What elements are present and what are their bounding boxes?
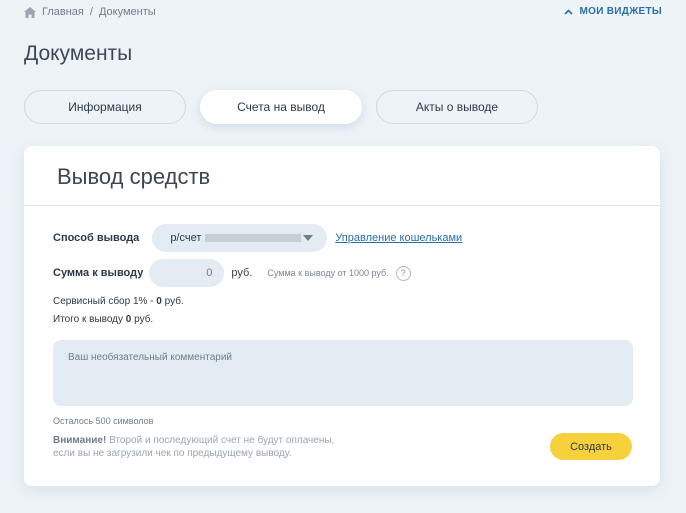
warning-label: Внимание! bbox=[53, 435, 107, 446]
fee-suffix: руб. bbox=[161, 296, 184, 307]
chevron-down-icon bbox=[303, 235, 314, 241]
method-selected-value: р/счет bbox=[170, 232, 202, 244]
total-prefix: Итого к выводу bbox=[53, 314, 126, 325]
amount-row: Сумма к выводу руб. Сумма к выводу от 10… bbox=[53, 259, 411, 287]
warning-note: Внимание! Второй и последующий счет не б… bbox=[53, 434, 353, 460]
create-button[interactable]: Создать bbox=[550, 433, 632, 460]
withdrawal-card: Вывод средств Способ вывода р/счет Управ… bbox=[24, 146, 660, 486]
amount-currency: руб. bbox=[231, 267, 253, 279]
tabs: Информация Счета на вывод Акты о выводе bbox=[24, 90, 552, 124]
method-select[interactable]: р/счет bbox=[152, 224, 328, 252]
amount-label: Сумма к выводу bbox=[53, 267, 144, 279]
fee-prefix: Сервисный сбор 1% - bbox=[53, 296, 157, 307]
masked-account-number bbox=[205, 234, 302, 242]
breadcrumb-separator: / bbox=[89, 6, 93, 18]
page-title: Документы bbox=[24, 42, 133, 65]
help-icon[interactable]: ? bbox=[395, 265, 411, 281]
comment-field[interactable] bbox=[53, 340, 633, 406]
home-icon[interactable] bbox=[24, 6, 36, 18]
breadcrumb-home[interactable]: Главная bbox=[42, 6, 84, 18]
withdrawal-method-row: Способ вывода р/счет Управление кошелька… bbox=[53, 224, 462, 252]
top-bar: Главная / Документы МОИ ВИДЖЕТЫ bbox=[24, 6, 662, 20]
my-widgets-toggle[interactable]: МОИ ВИДЖЕТЫ bbox=[564, 6, 662, 17]
service-fee: Сервисный сбор 1% - 0 руб. bbox=[53, 296, 184, 307]
remaining-chars: Осталось 500 символов bbox=[53, 416, 154, 426]
my-widgets-label: МОИ ВИДЖЕТЫ bbox=[579, 6, 662, 17]
amount-input[interactable] bbox=[149, 259, 225, 287]
total-suffix: руб. bbox=[131, 314, 154, 325]
breadcrumb: Главная / Документы bbox=[24, 6, 156, 18]
tab-information[interactable]: Информация bbox=[24, 90, 186, 124]
manage-wallets-link[interactable]: Управление кошельками bbox=[335, 232, 462, 244]
amount-min-note: Сумма к выводу от 1000 руб. bbox=[267, 268, 389, 278]
breadcrumb-current: Документы bbox=[98, 6, 156, 18]
method-label: Способ вывода bbox=[53, 232, 140, 244]
card-title: Вывод средств bbox=[57, 164, 211, 189]
withdrawal-total: Итого к выводу 0 руб. bbox=[53, 314, 153, 325]
chevron-up-icon bbox=[564, 8, 574, 15]
tab-withdrawal-invoices[interactable]: Счета на вывод bbox=[200, 90, 362, 124]
card-header: Вывод средств bbox=[24, 146, 660, 206]
tab-withdrawal-acts[interactable]: Акты о выводе bbox=[376, 90, 538, 124]
